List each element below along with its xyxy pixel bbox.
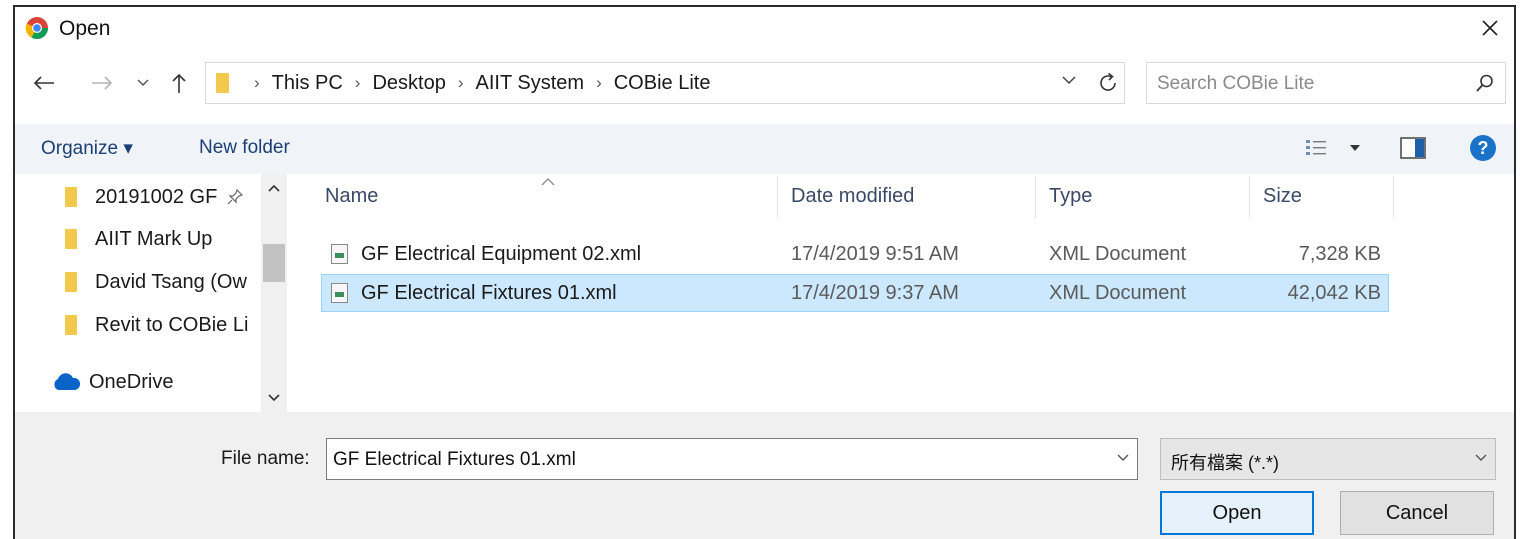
breadcrumb-item-cobie-lite[interactable]: COBie Lite — [614, 72, 711, 95]
breadcrumb-separator: › — [254, 73, 260, 92]
xml-file-icon — [331, 283, 348, 303]
nav-item-revit-to-cobie[interactable]: Revit to COBie Li — [65, 310, 248, 340]
forward-button[interactable] — [87, 68, 117, 98]
file-name-cell: GF Electrical Equipment 02.xml — [331, 236, 641, 272]
scroll-up-icon[interactable] — [268, 184, 280, 192]
file-list: Name Date modified Type Size GF Electric… — [287, 174, 1514, 412]
nav-item-20191002-gf[interactable]: 20191002 GF — [65, 182, 244, 212]
breadcrumb-item-aiit-system[interactable]: AIIT System — [476, 72, 585, 95]
column-divider[interactable] — [1249, 176, 1250, 218]
file-name: GF Electrical Fixtures 01.xml — [361, 281, 617, 304]
address-bar[interactable]: › This PC › Desktop › AIIT System › COBi… — [205, 62, 1125, 104]
breadcrumb-separator: › — [457, 73, 464, 92]
close-button[interactable] — [1474, 13, 1506, 43]
svg-text:?: ? — [1478, 138, 1489, 158]
navigation-pane: 20191002 GF AIIT Mark Up David Tsang (Ow… — [15, 174, 287, 412]
up-arrow-icon — [172, 73, 186, 93]
chevron-down-icon — [1475, 454, 1487, 461]
file-name-label: File name: — [221, 448, 310, 469]
refresh-icon[interactable] — [1095, 70, 1121, 96]
forward-arrow-icon — [92, 76, 113, 90]
up-button[interactable] — [167, 68, 191, 98]
file-type-value: 所有檔案 (*.*) — [1171, 453, 1279, 473]
pin-icon — [227, 189, 244, 205]
breadcrumb: › This PC › Desktop › AIIT System › COBi… — [242, 63, 710, 103]
search-icon[interactable] — [1475, 73, 1495, 93]
preview-pane-icon[interactable] — [1400, 137, 1426, 159]
column-header-size[interactable]: Size — [1263, 174, 1302, 218]
search-input[interactable] — [1157, 71, 1457, 97]
scrollbar-thumb[interactable] — [263, 244, 285, 282]
scroll-down-icon[interactable] — [268, 394, 280, 402]
chevron-down-icon[interactable] — [1117, 454, 1129, 462]
file-name: GF Electrical Equipment 02.xml — [361, 242, 642, 265]
window-title: Open — [59, 17, 111, 40]
file-name-input[interactable] — [333, 447, 1093, 473]
open-button[interactable]: Open — [1160, 491, 1314, 535]
recent-locations-button[interactable] — [133, 68, 153, 98]
column-divider[interactable] — [1393, 176, 1394, 218]
chrome-icon — [25, 17, 48, 39]
column-header-type[interactable]: Type — [1049, 174, 1092, 218]
folder-icon — [65, 315, 77, 335]
file-row[interactable]: GF Electrical Equipment 02.xml 17/4/2019… — [321, 236, 1389, 274]
nav-item-aiit-mark-up[interactable]: AIIT Mark Up — [65, 224, 212, 254]
nav-item-david-tsang[interactable]: David Tsang (Ow — [65, 267, 247, 297]
file-date: 17/4/2019 9:51 AM — [791, 242, 959, 265]
sort-ascending-icon — [541, 178, 555, 186]
nav-item-label: 20191002 GF — [95, 185, 218, 208]
close-icon — [1482, 20, 1498, 36]
file-type: XML Document — [1049, 281, 1187, 304]
organize-menu-button[interactable]: Organize ▾ — [41, 137, 133, 160]
file-size: 7,328 KB — [1298, 242, 1381, 265]
view-details-icon[interactable] — [1305, 138, 1327, 158]
address-history-chevron-icon[interactable] — [1062, 76, 1076, 85]
search-box[interactable] — [1146, 62, 1506, 104]
folder-icon — [65, 229, 77, 249]
folder-icon — [65, 187, 77, 207]
column-header-name[interactable]: Name — [325, 174, 378, 218]
nav-item-label: OneDrive — [89, 370, 174, 393]
command-toolbar: Organize ▾ New folder ? — [15, 124, 1514, 174]
breadcrumb-item-desktop[interactable]: Desktop — [372, 72, 445, 95]
column-divider[interactable] — [777, 176, 778, 218]
open-file-dialog: Open › This PC › Desktop › AIIT System ›… — [13, 5, 1516, 539]
breadcrumb-separator: › — [596, 73, 602, 92]
back-button[interactable] — [29, 68, 59, 98]
chevron-down-icon — [137, 79, 149, 87]
file-type: XML Document — [1049, 242, 1187, 265]
xml-file-icon — [331, 244, 348, 264]
navigation-row: › This PC › Desktop › AIIT System › COBi… — [15, 62, 1514, 106]
nav-item-label: Revit to COBie Li — [95, 313, 249, 336]
help-icon[interactable]: ? — [1469, 134, 1497, 162]
nav-item-label: AIIT Mark Up — [95, 227, 213, 250]
nav-item-label: David Tsang (Ow — [95, 270, 247, 293]
folder-icon — [65, 272, 77, 292]
folder-icon — [216, 73, 229, 93]
file-row-selected[interactable]: GF Electrical Fixtures 01.xml 17/4/2019 … — [321, 274, 1389, 312]
title-bar: Open — [15, 7, 1514, 51]
cloud-icon — [54, 373, 81, 390]
column-header-date-modified[interactable]: Date modified — [791, 174, 914, 218]
back-arrow-icon — [33, 76, 54, 90]
dialog-footer: File name: 所有檔案 (*.*) Open Cancel — [15, 412, 1514, 539]
nav-item-onedrive[interactable]: OneDrive — [51, 367, 173, 397]
breadcrumb-item-this-pc[interactable]: This PC — [272, 72, 343, 95]
file-size: 42,042 KB — [1287, 281, 1381, 304]
breadcrumb-separator: › — [354, 73, 361, 92]
file-name-combobox[interactable] — [326, 438, 1138, 480]
cancel-button[interactable]: Cancel — [1340, 491, 1494, 535]
file-date: 17/4/2019 9:37 AM — [791, 281, 959, 304]
new-folder-button[interactable]: New folder — [199, 137, 290, 159]
file-name-cell: GF Electrical Fixtures 01.xml — [331, 275, 617, 311]
view-options-dropdown-icon[interactable] — [1350, 145, 1360, 151]
nav-scrollbar[interactable] — [261, 174, 287, 412]
column-divider[interactable] — [1035, 176, 1036, 218]
file-type-select[interactable]: 所有檔案 (*.*) — [1160, 438, 1496, 480]
